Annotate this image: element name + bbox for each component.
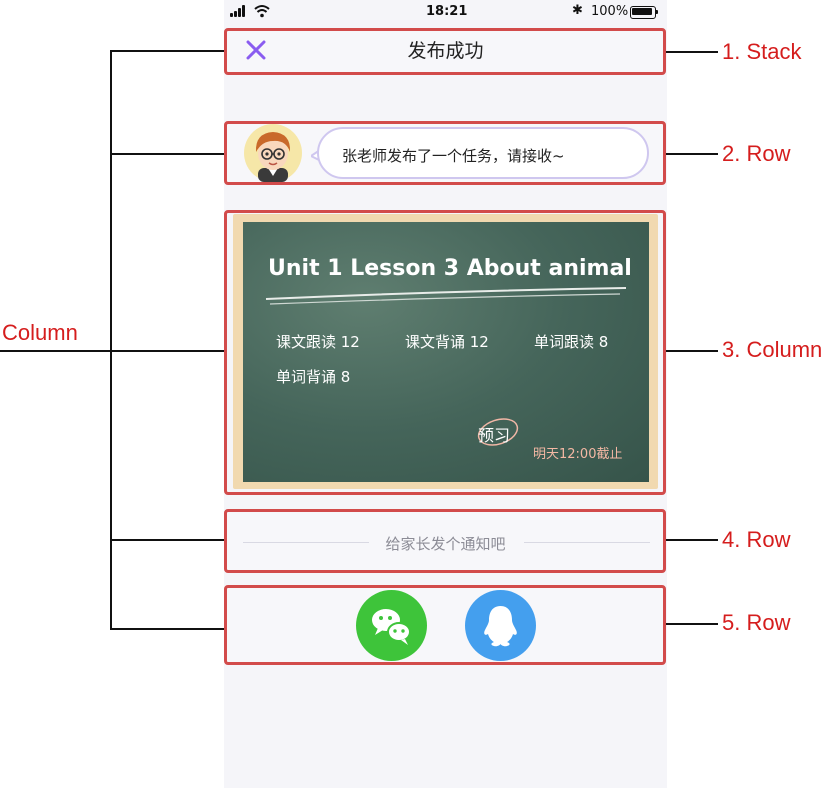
bluetooth-icon: ✱: [572, 3, 583, 18]
bracket-vertical: [110, 50, 112, 630]
bracket-tick-2: [110, 153, 224, 155]
bracket-tick-3: [110, 350, 224, 352]
wifi-icon: [254, 4, 270, 18]
annotation-label-3: 3. Column: [722, 337, 823, 362]
annotation-label-2: 2. Row: [722, 141, 791, 166]
row-outline-4: [224, 509, 666, 573]
annotation-label-1: 1. Stack: [722, 39, 802, 64]
annotation-label-4: 4. Row: [722, 527, 791, 552]
column-pointer-line: [0, 350, 110, 352]
status-bar: 18:21 ✱ 100%: [224, 0, 667, 24]
battery-icon: [630, 6, 656, 19]
battery-percent: 100%: [591, 4, 629, 19]
pointer-line-4: [666, 539, 718, 541]
stack-outline: [224, 28, 666, 75]
row-outline-5: [224, 585, 666, 665]
bracket-tick-5: [110, 628, 224, 630]
battery-tip: [656, 10, 658, 14]
status-time: 18:21: [426, 4, 468, 19]
annotation-column-left: Column: [2, 320, 78, 345]
pointer-line-5: [666, 623, 718, 625]
signal-icon: [230, 5, 246, 17]
bracket-tick-1: [110, 50, 224, 52]
row-outline-2: [224, 121, 666, 185]
pointer-line-3: [666, 350, 718, 352]
bracket-tick-4: [110, 539, 224, 541]
annotation-label-5: 5. Row: [722, 610, 791, 635]
pointer-line-2: [666, 153, 718, 155]
column-outline-3: [224, 210, 666, 495]
pointer-line-1: [666, 51, 718, 53]
